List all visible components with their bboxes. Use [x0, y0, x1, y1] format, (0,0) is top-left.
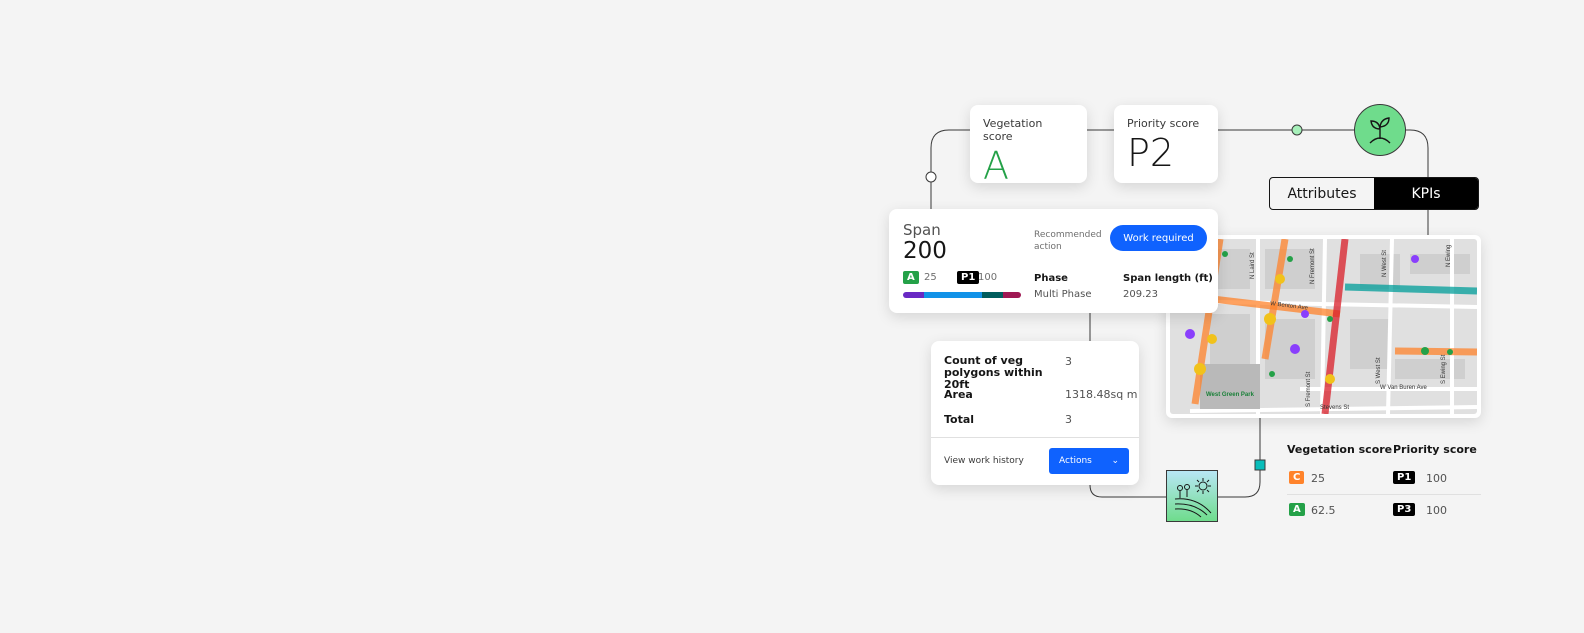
node-green-dot [1291, 124, 1303, 136]
priority-badge-value: 100 [978, 272, 998, 283]
table-header-priority: Priority score [1393, 443, 1477, 456]
landscape-sun-icon [1166, 470, 1218, 522]
actions-label: Actions [1059, 456, 1092, 466]
chevron-down-icon: ⌄ [1111, 456, 1119, 466]
street-label: S Ewing St [1441, 354, 1447, 384]
street-label: N Ewing [1446, 245, 1452, 267]
priority-score-card: Priority score P2 [1114, 105, 1218, 183]
priority-badge: P3 [1393, 503, 1416, 516]
priority-value: 100 [1426, 472, 1447, 485]
work-required-button[interactable]: Work required [1110, 225, 1207, 251]
priority-badge: P1 [1393, 471, 1416, 484]
street-label: N Laird St [1250, 252, 1256, 279]
phase-label: Phase [1034, 273, 1068, 284]
veg-badge-value: 25 [924, 272, 937, 283]
span-value: 200 [903, 238, 947, 264]
span-card: Span 200 A 25 P1 100 Recommended action … [889, 209, 1218, 313]
phase-value: Multi Phase [1034, 289, 1092, 300]
detail-label: Area [944, 388, 973, 401]
detail-value: 3 [1065, 355, 1072, 368]
tab-attributes[interactable]: Attributes [1270, 178, 1374, 209]
street-label: N Fremont St [1310, 248, 1316, 284]
street-label: Stevens St [1320, 405, 1349, 411]
actions-button[interactable]: Actions ⌄ [1049, 448, 1129, 474]
street-label: S West St [1376, 357, 1382, 384]
span-length-label: Span length (ft) [1123, 273, 1213, 284]
view-work-history-link[interactable]: View work history [944, 456, 1024, 466]
priority-score-value: P2 [1127, 131, 1175, 175]
veg-badge: C [1289, 471, 1305, 484]
detail-label: Count of veg polygons within 20ft [944, 354, 1043, 391]
veg-value: 25 [1311, 472, 1325, 485]
span-length-value: 209.23 [1123, 289, 1158, 300]
park-label: West Green Park [1206, 392, 1255, 398]
veg-value: 62.5 [1311, 504, 1336, 517]
street-label: N West St [1382, 250, 1388, 277]
phase-color-bar [903, 292, 1021, 298]
node-teal-square [1254, 459, 1266, 471]
priority-badge: P1 [957, 271, 980, 284]
plant-icon [1354, 104, 1406, 156]
street-label: W Van Buren Ave [1380, 385, 1427, 391]
view-toggle: Attributes KPIs [1269, 177, 1479, 210]
vegetation-score-card: Vegetation score A [970, 105, 1087, 188]
vegetation-score-value: A [983, 144, 1009, 188]
detail-value: 1318.48sq m [1065, 388, 1138, 401]
priority-score-label: Priority score [1127, 117, 1200, 130]
detail-label: Total [944, 413, 975, 426]
vegetation-score-label: Vegetation score [983, 117, 1043, 143]
priority-value: 100 [1426, 504, 1447, 517]
veg-badge: A [903, 271, 919, 284]
veg-badge: A [1289, 503, 1305, 516]
tab-kpis[interactable]: KPIs [1374, 178, 1478, 209]
node-circle [925, 171, 937, 183]
detail-value: 3 [1065, 413, 1072, 426]
table-header-vegetation: Vegetation score [1287, 443, 1393, 456]
span-title: Span [903, 221, 941, 239]
kpi-table: Vegetation score Priority score C 25 P1 … [1287, 443, 1481, 523]
divider [1287, 494, 1481, 495]
street-label: S Fremont St [1306, 371, 1312, 407]
divider [931, 437, 1139, 438]
recommended-action-label: Recommended action [1034, 230, 1102, 252]
details-card: Count of veg polygons within 20ft 3 Area… [931, 341, 1139, 485]
